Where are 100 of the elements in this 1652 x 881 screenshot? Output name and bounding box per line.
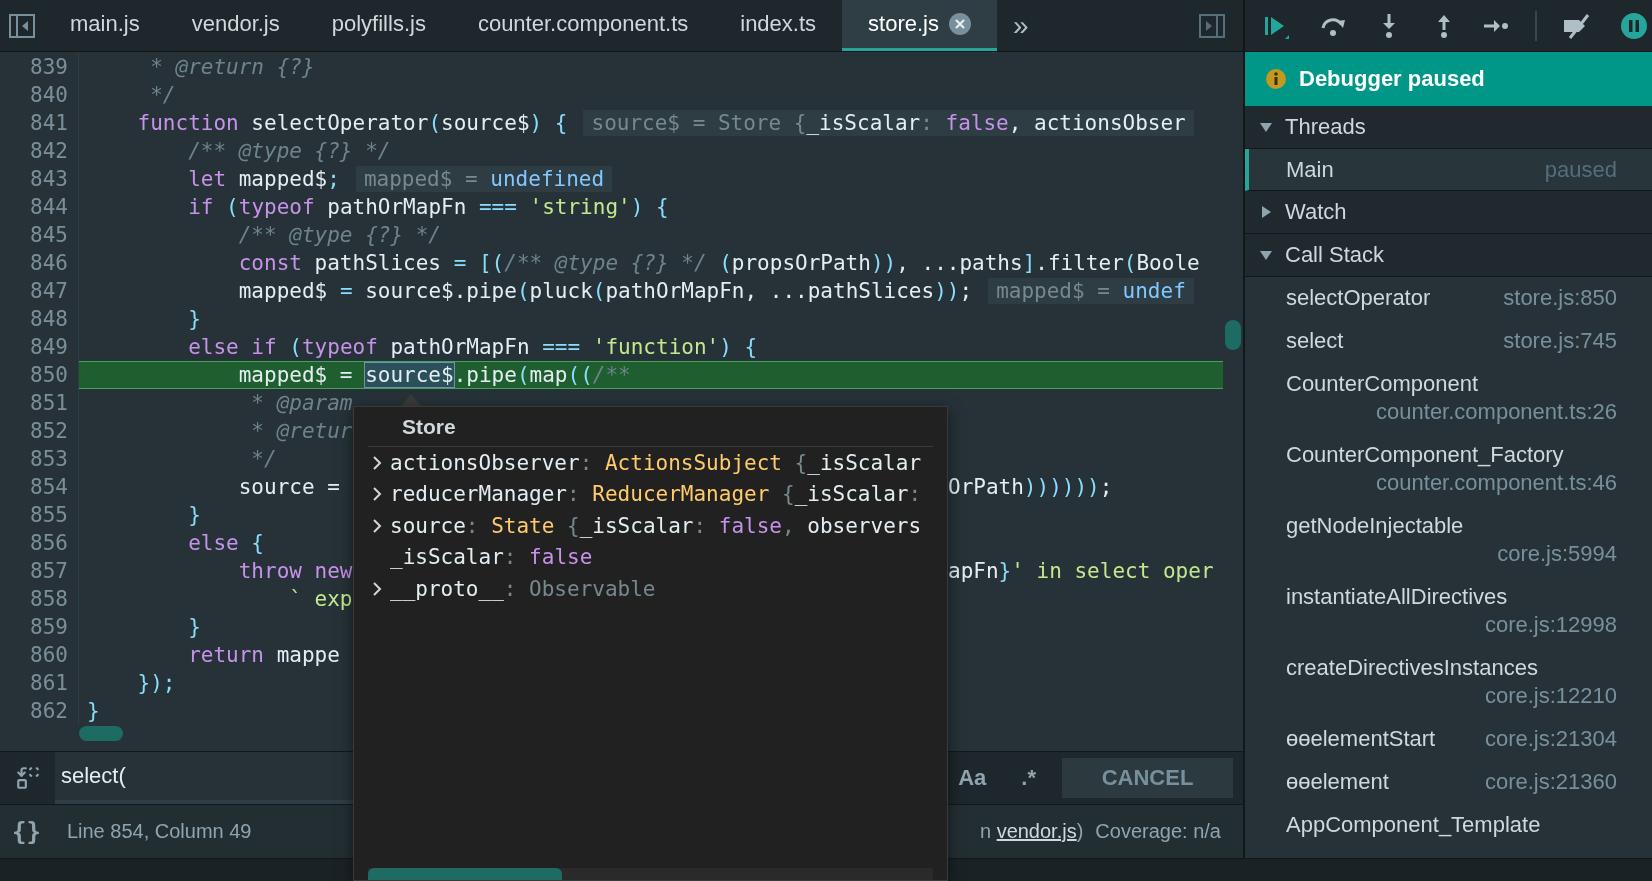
replace-icon[interactable] (14, 765, 41, 791)
code-line: * @return {?} (149, 54, 315, 80)
frame-name[interactable]: AppComponent_Template (1286, 811, 1541, 839)
frame-name[interactable]: selectOperator (1286, 284, 1431, 312)
code-line: function selectOperator(source$) { (136, 110, 568, 136)
code-line: else { (187, 530, 264, 556)
code-line: /** @type {?} */ (187, 138, 391, 164)
frame-name[interactable]: instantiateAllDirectives (1286, 583, 1508, 611)
code-line: source = (237, 474, 340, 500)
file-tab[interactable]: counter.component.ts (451, 0, 715, 51)
frame-location: core.js:5994 (1497, 540, 1617, 568)
chevron-right-icon[interactable] (372, 580, 382, 597)
line-number: 847 (0, 277, 79, 305)
frame-location: counter.component.ts:46 (1376, 469, 1617, 497)
code-line: } (187, 306, 201, 332)
frame-name[interactable]: ɵɵelement (1286, 768, 1389, 796)
toggle-sidebar-icon[interactable] (1198, 11, 1226, 40)
regex-button[interactable]: .* (1021, 765, 1036, 791)
thread-item[interactable]: Main paused (1245, 149, 1652, 191)
code-line: throw new (237, 558, 353, 584)
cursor-position: Line 854, Column 49 (66, 820, 252, 843)
code-line: * @retur (250, 418, 353, 444)
file-tab[interactable]: index.ts (714, 0, 843, 51)
source-link[interactable]: vendor.js (996, 820, 1077, 842)
property-text: _isScalar: false (390, 544, 593, 572)
code-line: */ (149, 82, 176, 108)
code-fragment: apFn}' in select oper (948, 558, 1214, 584)
code-line: const pathSlices = [(/** @type {?} */ (propsOrPath)), ...paths].filter(Boole (237, 250, 1200, 276)
code-line: mapped$ = source$.pipe(pluck(pathOrMapFn, ...pathSlices)); (237, 278, 973, 304)
banner-text: Debugger paused (1299, 66, 1485, 92)
toggle-navigator-icon[interactable] (8, 11, 36, 40)
code-line: ` exp (288, 586, 353, 612)
line-number: 861 (0, 669, 79, 697)
info-icon (1265, 68, 1287, 90)
frame-location: core.js:21304 (1484, 725, 1617, 753)
frame-name[interactable]: ɵɵelementStart (1286, 725, 1436, 753)
frame-name[interactable]: getNodeInjectable (1286, 512, 1464, 540)
more-tabs-button[interactable]: » (997, 0, 1045, 51)
chevron-right-icon[interactable] (372, 517, 382, 534)
line-number: 848 (0, 305, 79, 333)
source-map-note: n vendor.js) (979, 820, 1084, 843)
line-number: 845 (0, 221, 79, 249)
scrollbar-thumb[interactable] (1225, 320, 1241, 350)
frame-name[interactable]: CounterComponent (1286, 370, 1478, 398)
coverage-text: Coverage: n/a (1095, 820, 1221, 843)
pause-on-exceptions-icon[interactable] (1620, 11, 1648, 40)
code-line: */ (250, 446, 277, 472)
file-tab[interactable]: main.js (44, 0, 166, 51)
line-number: 856 (0, 529, 79, 557)
code-line: mapped$ = source$.pipe(map((/** (237, 362, 631, 388)
code-line: * @param (250, 390, 353, 416)
line-number: 858 (0, 585, 79, 613)
inline-value: mapped$ = undefined (355, 166, 613, 192)
frame-location: store.js:745 (1503, 327, 1617, 355)
section-header[interactable]: Threads (1245, 106, 1652, 149)
line-number: 842 (0, 137, 79, 165)
property-text: actionsObserver: ActionsSubject {_isScalar (390, 449, 922, 477)
line-number: 840 (0, 81, 79, 109)
line-number: 859 (0, 613, 79, 641)
line-number: 853 (0, 445, 79, 473)
line-number: 849 (0, 333, 79, 361)
line-number: 841 (0, 109, 79, 137)
close-icon[interactable] (949, 13, 971, 35)
property-text: reducerManager: ReducerManager {_isScalar: (390, 481, 922, 509)
code-line: /** @type {?} */ (237, 222, 441, 248)
code-fragment: OrPath)))))); (948, 474, 1113, 500)
chevron-right-icon[interactable] (372, 454, 382, 471)
file-tab[interactable]: store.js (842, 0, 997, 51)
inline-value: source$ = Store {_isScalar: false, actionsObser (583, 110, 1194, 136)
frame-name[interactable]: CounterComponent_Factory (1286, 441, 1564, 469)
deactivate-breakpoints-icon[interactable] (1562, 11, 1590, 40)
match-case-button[interactable]: Aa (958, 765, 987, 791)
file-tab[interactable]: polyfills.js (305, 0, 452, 51)
code-line: } (187, 614, 201, 640)
frame-location: core.js:12210 (1484, 682, 1617, 710)
line-number: 839 (0, 53, 79, 81)
thread-name: Main (1286, 156, 1334, 183)
thread-status: paused (1544, 156, 1617, 183)
file-tab[interactable]: vendor.js (165, 0, 306, 51)
section-header[interactable]: Call Stack (1245, 234, 1652, 277)
cancel-button[interactable]: CANCEL (1062, 758, 1233, 798)
scrollbar-thumb[interactable] (368, 868, 562, 880)
line-number: 843 (0, 165, 79, 193)
code-line: return mappe (187, 642, 340, 668)
pretty-print-button[interactable]: {} (8, 817, 45, 846)
scrollbar-thumb[interactable] (79, 725, 123, 741)
code-line: else if (typeof pathOrMapFn === 'function') { (187, 334, 758, 360)
chevron-right-icon[interactable] (372, 486, 382, 503)
inline-value: mapped$ = undef (988, 278, 1194, 304)
frame-name[interactable]: createDirectivesInstances (1286, 654, 1538, 682)
frame-location: counter.component.ts:26 (1376, 398, 1617, 426)
frame-name[interactable]: select (1286, 327, 1344, 355)
property-text: source: State {_isScalar: false, observers (390, 512, 922, 540)
code-line: }); (136, 670, 176, 696)
code-line: } (187, 502, 201, 528)
line-number: 844 (0, 193, 79, 221)
line-number: 857 (0, 557, 79, 585)
line-number: 846 (0, 249, 79, 277)
property-text: __proto__: Observable (390, 575, 656, 603)
section-header[interactable]: Watch (1245, 191, 1652, 234)
